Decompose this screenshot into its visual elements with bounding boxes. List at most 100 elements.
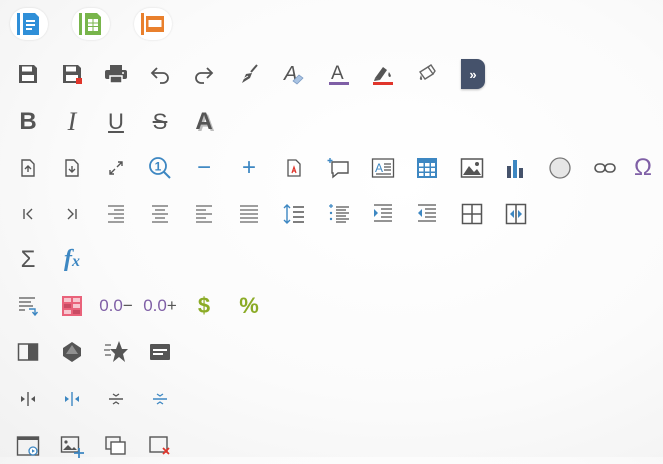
add-decimal-sign: +: [166, 296, 177, 315]
image-button[interactable]: [454, 150, 490, 186]
page-next-icon: [65, 159, 79, 177]
zoom-in-icon: +: [241, 154, 256, 181]
increase-indent-button[interactable]: [365, 196, 401, 232]
zoom-in-button[interactable]: +: [231, 150, 267, 186]
zoom-out-button[interactable]: −: [186, 150, 222, 186]
export-pdf-button[interactable]: [276, 150, 312, 186]
comment-button[interactable]: [321, 150, 357, 186]
shape-button[interactable]: [542, 150, 578, 186]
link-button[interactable]: [587, 150, 623, 186]
save-button[interactable]: [10, 56, 46, 92]
star-button[interactable]: [98, 334, 134, 370]
function-icon: fx: [64, 247, 80, 272]
print-button[interactable]: [98, 56, 134, 92]
decrease-indent-button[interactable]: [409, 196, 445, 232]
undo-icon: [150, 67, 169, 84]
font-style-button[interactable]: A: [276, 56, 312, 92]
first-page-button[interactable]: [10, 196, 46, 232]
undo-button[interactable]: [142, 56, 178, 92]
divide-blue-icon: [153, 393, 167, 405]
align-left-button[interactable]: [186, 196, 222, 232]
form-icon: [150, 344, 170, 360]
decrease-indent-icon: [418, 204, 436, 222]
italic-button[interactable]: I: [54, 104, 90, 140]
table-button[interactable]: [409, 150, 445, 186]
align-center-button[interactable]: [142, 196, 178, 232]
calc-app-button[interactable]: [72, 8, 110, 40]
insert-column-button[interactable]: [498, 196, 534, 232]
shapes-button[interactable]: [54, 334, 90, 370]
svg-text:A: A: [375, 161, 383, 175]
svg-text:A: A: [331, 63, 344, 84]
redo-button[interactable]: [186, 56, 222, 92]
add-decimal-button[interactable]: 0.0+: [142, 288, 178, 324]
save-as-icon: [63, 65, 82, 84]
export-pdf-icon: [287, 159, 301, 177]
page-prev-button[interactable]: [10, 150, 46, 186]
divide-icon: [109, 393, 123, 405]
delete-slide-button[interactable]: [142, 428, 178, 464]
paint-format-button[interactable]: [409, 56, 445, 92]
redo-icon: [195, 67, 214, 84]
sidebar-button[interactable]: [10, 334, 46, 370]
split-cells-button[interactable]: [10, 381, 46, 417]
currency-button[interactable]: $: [186, 288, 222, 324]
form-button[interactable]: [142, 334, 178, 370]
justify-icon: [240, 205, 258, 223]
remove-decimal-icon: 0.0−: [99, 296, 133, 316]
page-next-button[interactable]: [54, 150, 90, 186]
insert-image-button[interactable]: [54, 428, 90, 464]
align-right-button[interactable]: [98, 196, 134, 232]
split-cells-blue-button[interactable]: [54, 381, 90, 417]
divide-button[interactable]: [98, 381, 134, 417]
font-color-button[interactable]: A: [321, 56, 357, 92]
shape-icon: [549, 157, 571, 179]
sort-icon: [19, 297, 39, 317]
table-icon: [417, 158, 437, 178]
highlight-color-button[interactable]: [365, 56, 401, 92]
next-icon: [67, 208, 77, 220]
insert-row-button[interactable]: [454, 196, 490, 232]
font-color-icon: A: [329, 63, 349, 85]
writer-app-button[interactable]: [10, 8, 48, 40]
currency-icon: $: [197, 293, 211, 318]
save-as-button[interactable]: [54, 56, 90, 92]
percent-button[interactable]: %: [231, 288, 267, 324]
chart-button[interactable]: [498, 150, 534, 186]
sidebar-icon: [17, 343, 39, 361]
spreadsheet-icon: [79, 13, 101, 35]
function-x-label: x: [72, 252, 80, 270]
insert-image-icon: [60, 436, 84, 458]
function-button[interactable]: fx: [54, 242, 90, 278]
strikethrough-button[interactable]: S: [142, 104, 178, 140]
justify-button[interactable]: [231, 196, 267, 232]
bold-button[interactable]: B: [10, 104, 46, 140]
impress-app-button[interactable]: [134, 8, 172, 40]
conditional-format-button[interactable]: [54, 288, 90, 324]
chart-icon: [507, 160, 523, 178]
conditional-format-icon: [62, 296, 82, 316]
duplicate-slide-button[interactable]: [98, 428, 134, 464]
shadow-button[interactable]: A: [186, 104, 222, 140]
clear-formatting-button[interactable]: [231, 56, 267, 92]
special-character-button[interactable]: Ω: [634, 150, 658, 186]
slide-show-button[interactable]: [10, 428, 46, 464]
text-box-button[interactable]: A: [365, 150, 401, 186]
sort-button[interactable]: [10, 288, 46, 324]
next-button[interactable]: [54, 196, 90, 232]
underline-button[interactable]: U: [98, 104, 134, 140]
print-icon: [105, 65, 127, 84]
more-tools-button[interactable]: »: [461, 59, 485, 89]
link-icon: [594, 163, 616, 173]
sum-button[interactable]: Σ: [10, 242, 46, 278]
font-style-icon: A: [283, 63, 304, 85]
zoom-button[interactable]: 1: [142, 150, 178, 186]
bullet-list-button[interactable]: [321, 196, 357, 232]
split-horizontal-blue-icon: [65, 392, 79, 406]
image-icon: [460, 158, 484, 178]
fullscreen-button[interactable]: [98, 150, 134, 186]
line-spacing-button[interactable]: [276, 196, 312, 232]
more-tools-label: »: [469, 66, 477, 82]
remove-decimal-button[interactable]: 0.0−: [98, 288, 134, 324]
divide-blue-button[interactable]: [142, 381, 178, 417]
